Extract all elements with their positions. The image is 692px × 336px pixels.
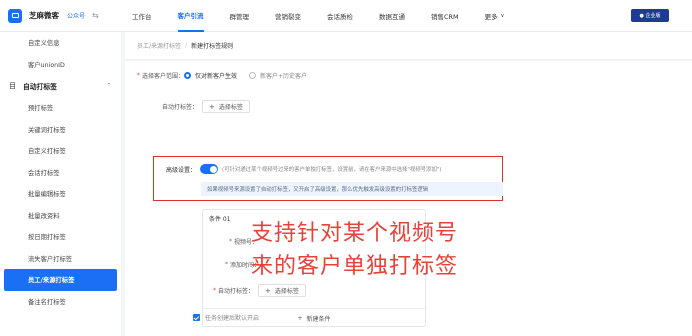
scope-option-new-only[interactable]: 仅对新客户生效 (195, 71, 237, 80)
nav-workbench[interactable]: 工作台 (132, 0, 152, 32)
required-mark: * (213, 287, 216, 294)
account-type-label[interactable]: 公众号 (67, 11, 85, 20)
scope-row: * 选择客户范围： 仅对新客户生效 新客户+历史客户 (137, 71, 319, 80)
advanced-settings-label: 高级设置： (166, 166, 197, 174)
enterprise-badge[interactable]: ● 企业版 (631, 9, 669, 22)
advanced-settings-row: 高级设置： (可针对通过某个视频号过来的客户单独打标签，设置前，请在客户来源中选… (166, 164, 441, 174)
breadcrumb-parent[interactable]: 员工/来源打标签 (137, 41, 181, 50)
form-panel: * 选择客户范围： 仅对新客户生效 新客户+历史客户 自动打标签： + 选择标签… (125, 61, 692, 336)
nav-session-inspection[interactable]: 会话质检 (327, 0, 353, 32)
condition-title: 条件 01 (209, 216, 231, 223)
breadcrumb-current: 新建打标签规则 (191, 43, 234, 50)
sidebar-item-custom-tag[interactable]: 自定义打标签 (0, 140, 121, 162)
top-navigation-bar: 芝麻微客 公众号 ⇆ 工作台 客户引流 群管理 营销裂变 会话质检 数据互通 销… (0, 0, 692, 32)
auto-tag-row: 自动打标签： + 选择标签 (162, 100, 250, 113)
task-default-checkbox[interactable] (193, 314, 200, 321)
sidebar-item-remark-name-tag[interactable]: 备注名打标签 (0, 291, 121, 313)
sidebar-item-session-tag[interactable]: 会话打标签 (0, 162, 121, 184)
annotation-line-2: 来的客户单独打标签 (251, 254, 459, 279)
brand-name: 芝麻微客 (29, 11, 59, 20)
main-nav: 工作台 客户引流 群管理 营销裂变 会话质检 数据互通 销售CRM 更多 ∨ (132, 0, 530, 32)
sidebar-item-keyword-tag[interactable]: 关键词打标签 (0, 119, 121, 141)
scope-radio-new-only[interactable] (184, 72, 192, 79)
sidebar-group-label: 自动打标签 (23, 83, 57, 91)
sidebar-item-customer-unionid[interactable]: 客户unionID (0, 54, 121, 76)
condition-tag-label: 自动打标签： (218, 288, 255, 295)
scope-radio-new-and-history[interactable] (249, 72, 257, 79)
annotation-line-1: 支持针对某个视频号 (251, 221, 459, 246)
nav-sales-crm[interactable]: 销售CRM (431, 0, 459, 32)
main-content: 员工/来源打标签 / 新建打标签规则 * 选择客户范围： 仅对新客户生效 新客户… (121, 32, 692, 336)
nav-customer-acquisition[interactable]: 客户引流 (177, 0, 204, 32)
breadcrumb: 员工/来源打标签 / 新建打标签规则 (125, 32, 692, 60)
auto-tag-label: 自动打标签： (162, 104, 199, 111)
sidebar: 自定义信息 客户unionID 目 自动打标签 ^ 预打标签 关键词打标签 自定… (0, 32, 121, 336)
switch-account-icon[interactable]: ⇆ (92, 11, 99, 20)
nav-more-label: 更多 (484, 12, 498, 21)
nav-data-interop[interactable]: 数据互通 (379, 0, 405, 32)
advanced-settings-toggle[interactable] (200, 164, 219, 174)
sidebar-item-custom-info[interactable]: 自定义信息 (0, 32, 121, 54)
scope-option-new-and-history[interactable]: 新客户+历史客户 (260, 71, 307, 80)
app-logo-icon (8, 8, 22, 23)
sidebar-item-batch-edit-profile[interactable]: 批量改资料 (0, 205, 121, 227)
brand-area: 芝麻微客 公众号 ⇆ (0, 0, 127, 32)
required-mark: * (225, 261, 228, 268)
sidebar-item-pre-tag[interactable]: 预打标签 (0, 97, 121, 119)
plus-icon: + (265, 286, 271, 295)
nav-marketing-fission[interactable]: 营销裂变 (275, 0, 301, 32)
task-default-label: 任务创建后默认开启 (205, 315, 260, 322)
scope-label: 选择客户范围： (142, 73, 185, 80)
nav-more[interactable]: 更多 ∨ (485, 0, 505, 32)
task-default-row: 任务创建后默认开启 (193, 313, 259, 322)
select-tag-button[interactable]: + 选择标签 (202, 100, 250, 113)
plus-icon: + (209, 102, 215, 111)
sidebar-group-auto-tag[interactable]: 目 自动打标签 ^ (0, 75, 121, 97)
sidebar-item-batch-edit-tag[interactable]: 批量编辑标签 (0, 183, 121, 205)
sidebar-item-date-tag[interactable]: 按日期打标签 (0, 226, 121, 248)
select-tag-button-label: 选择标签 (218, 104, 243, 111)
add-condition-label: 新建条件 (306, 315, 331, 323)
advanced-settings-hint: (可针对通过某个视频号过来的客户单独打标签，设置前，请在客户来源中选择"视频号添… (222, 167, 442, 173)
chevron-down-icon: ∨ (500, 12, 505, 19)
required-mark: * (229, 238, 232, 245)
condition-select-tag-label: 选择标签 (274, 288, 299, 295)
chevron-up-icon: ^ (106, 83, 111, 89)
plus-icon: + (297, 314, 303, 322)
condition-tag-row: * 自动打标签： + 选择标签 (213, 284, 306, 297)
sidebar-item-staff-source-tag[interactable]: 员工/来源打标签 (4, 269, 117, 291)
sidebar-item-lost-customer-tag[interactable]: 流失客户打标签 (0, 248, 121, 270)
advanced-settings-info: 如果视频号来源设置了自动打标签，又开启了高级设置，那么优先触发高级设置的打标签逻… (201, 182, 503, 196)
breadcrumb-separator: / (185, 42, 188, 49)
condition-select-tag-button[interactable]: + 选择标签 (258, 284, 306, 297)
nav-group-management[interactable]: 群管理 (230, 0, 250, 32)
required-mark: * (137, 72, 140, 79)
tag-group-icon: 目 (9, 82, 16, 90)
